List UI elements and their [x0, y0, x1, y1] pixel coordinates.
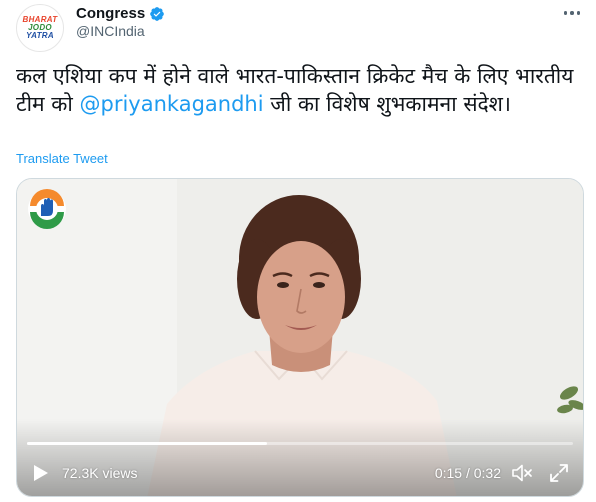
author-display-name[interactable]: Congress — [76, 5, 145, 22]
avatar-text-line-3: YATRA — [26, 31, 54, 40]
mention-link[interactable]: @priyankagandhi — [80, 92, 264, 116]
verified-badge-icon — [150, 6, 165, 21]
video-progress-bar[interactable] — [27, 442, 573, 445]
avatar[interactable]: BHARAT JODO YATRA — [16, 4, 64, 52]
video-frame — [17, 179, 583, 496]
play-icon[interactable] — [33, 464, 49, 482]
more-options-icon[interactable] — [562, 6, 582, 20]
video-controls: 72.3K views 0:15 / 0:32 — [17, 457, 583, 489]
tweet-text-after: जी का विशेष शुभकामना संदेश। — [263, 92, 511, 116]
author-name-row: Congress — [76, 5, 165, 22]
video-time: 0:15 / 0:32 — [434, 465, 501, 481]
mute-icon[interactable] — [511, 463, 533, 483]
author-handle[interactable]: @INCIndia — [76, 23, 145, 39]
tweet-text: कल एशिया कप में होने वाले भारत-पाकिस्तान… — [16, 62, 584, 118]
fullscreen-icon[interactable] — [549, 463, 569, 483]
congress-logo-icon — [28, 189, 66, 229]
video-player[interactable]: 72.3K views 0:15 / 0:32 — [16, 178, 584, 497]
view-count: 72.3K views — [62, 465, 138, 481]
translate-tweet-link[interactable]: Translate Tweet — [16, 151, 108, 166]
video-progress-fill — [27, 442, 268, 445]
